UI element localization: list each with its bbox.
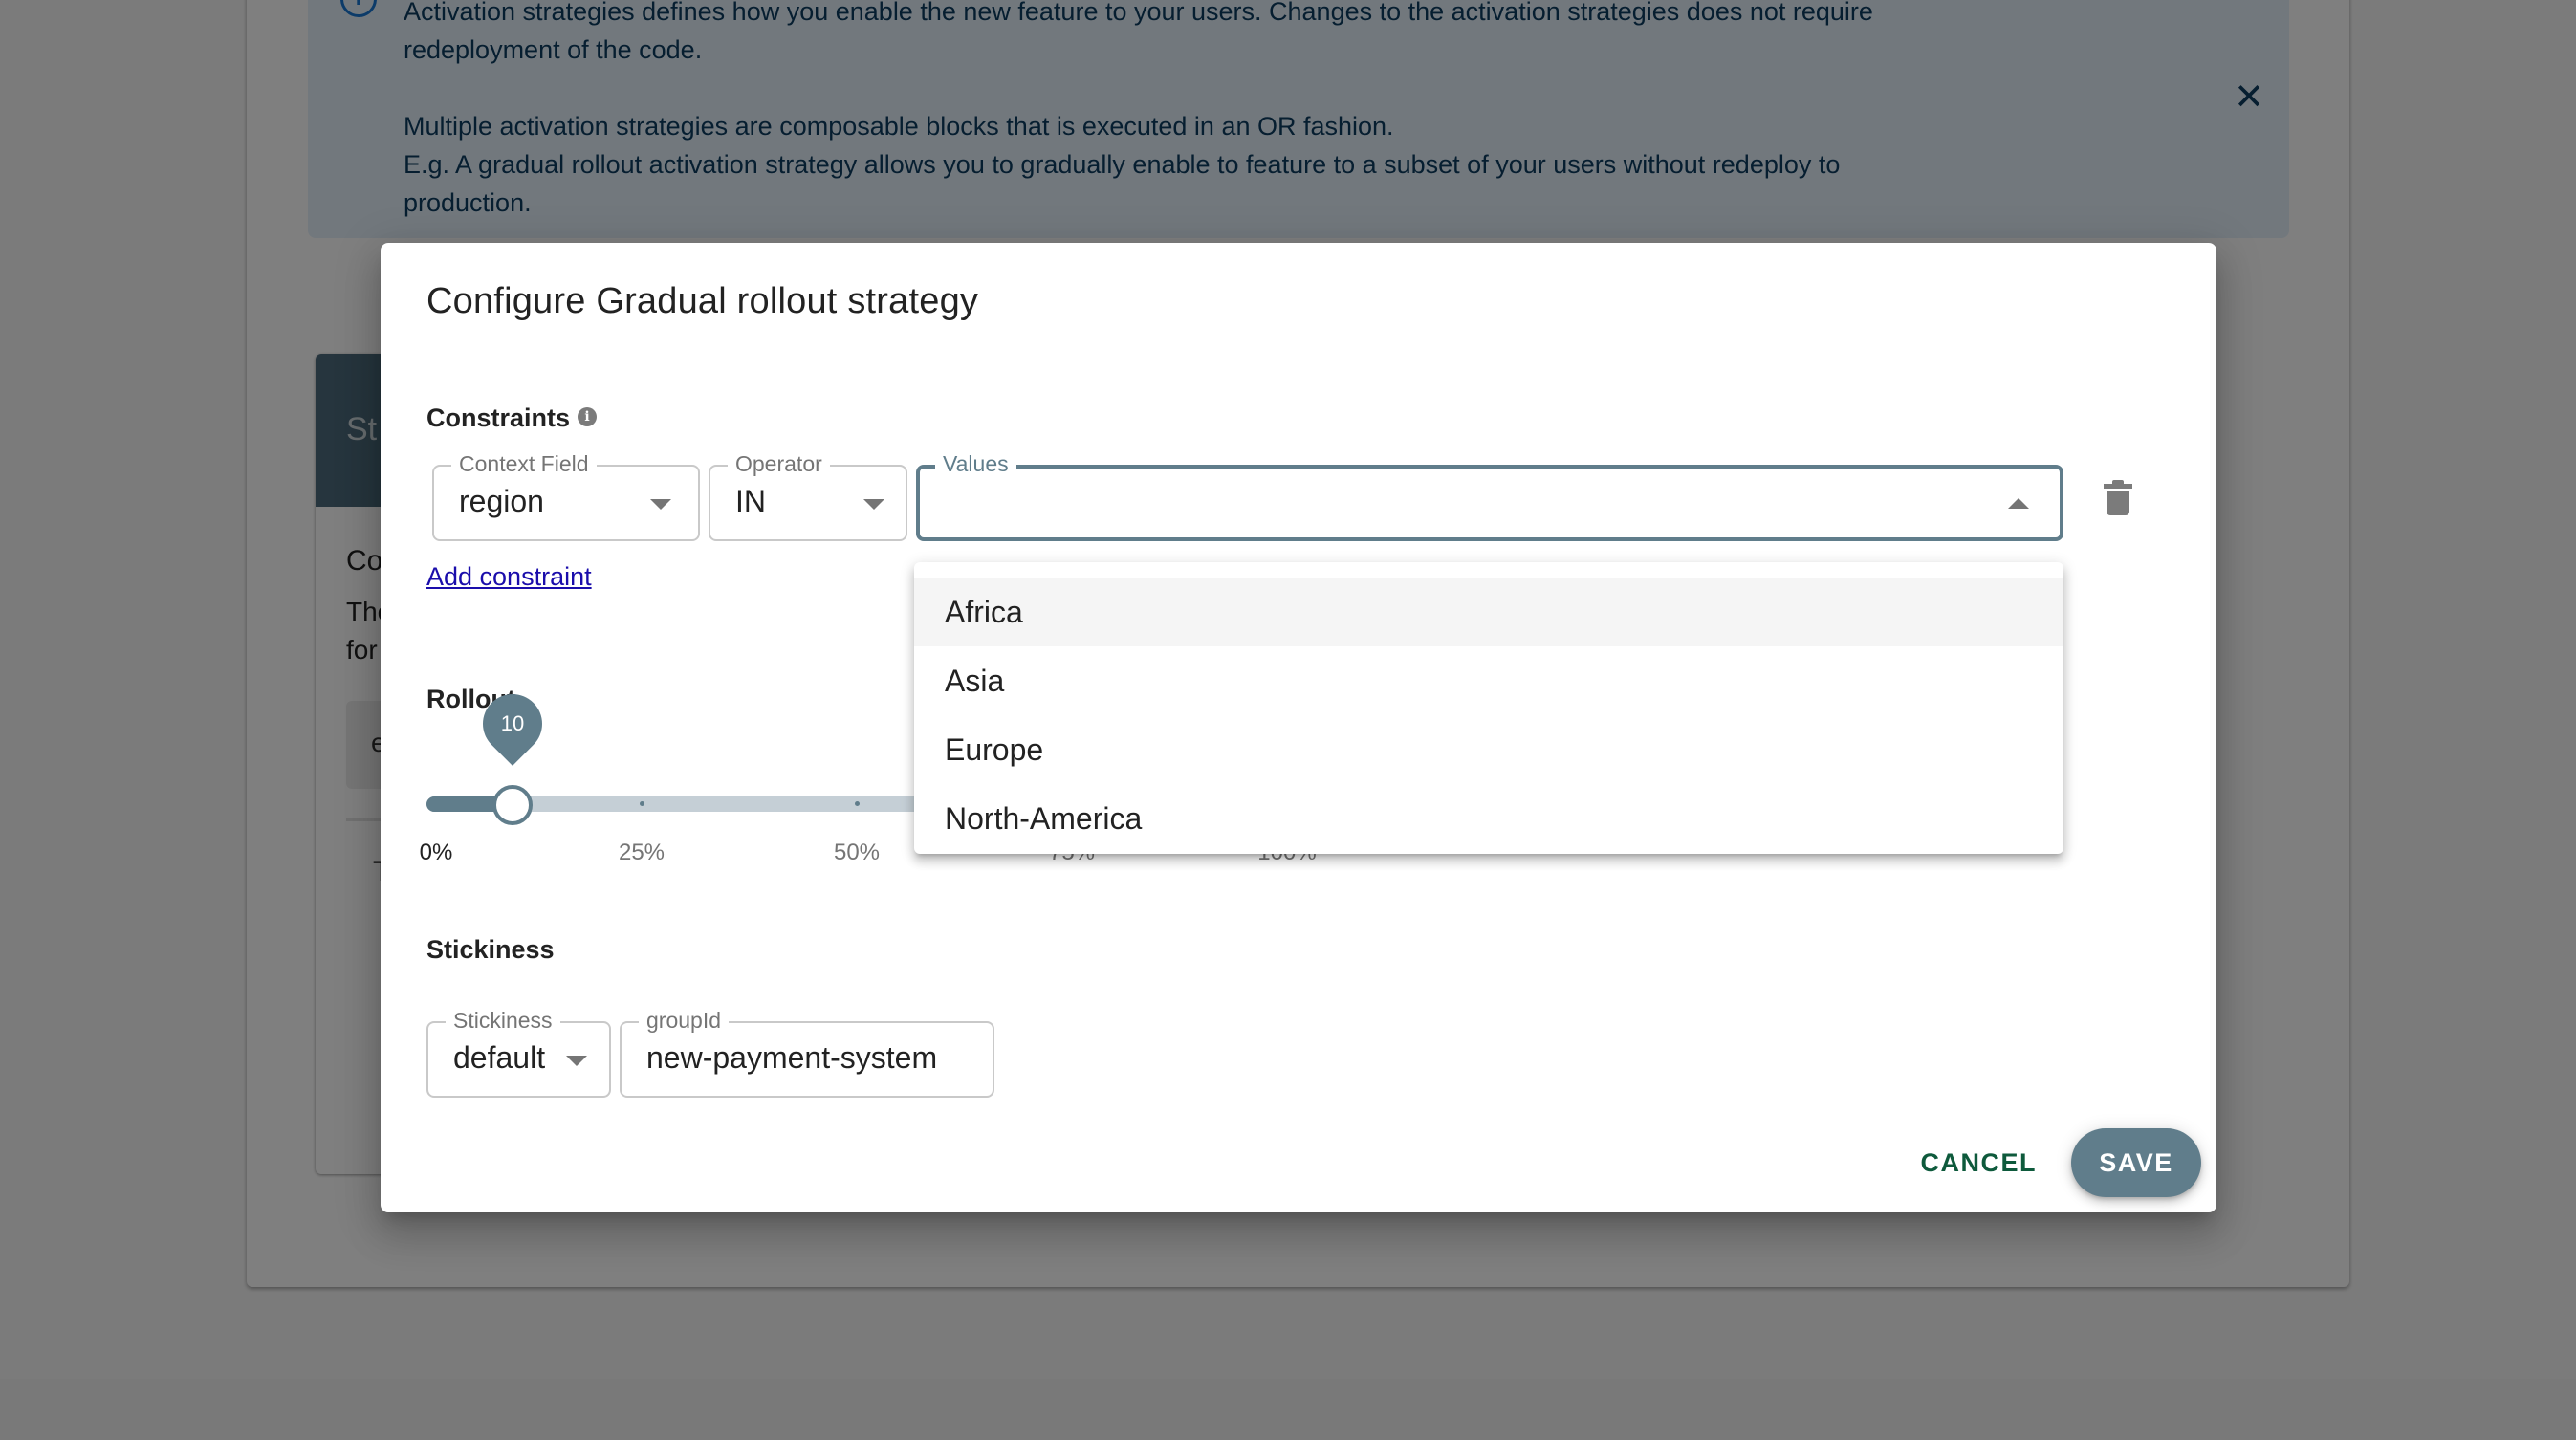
- context-field-select[interactable]: Context Field region: [432, 450, 700, 541]
- chevron-down-icon: [650, 499, 671, 510]
- chevron-down-icon: [566, 1056, 587, 1066]
- operator-label: Operator: [728, 450, 830, 477]
- constraints-label-text: Constraints: [426, 404, 571, 432]
- slider-mark: [640, 801, 644, 806]
- constraints-label: Constraints i: [426, 404, 598, 433]
- info-icon[interactable]: i: [578, 407, 598, 426]
- configure-strategy-dialog: Configure Gradual rollout strategy Const…: [381, 243, 2216, 1212]
- values-options-listbox: Africa Asia Europe North-America: [914, 562, 2063, 854]
- values-label: Values: [935, 450, 1016, 477]
- group-id-label: groupId: [639, 1007, 730, 1034]
- slider-mark-label: 25%: [618, 840, 666, 865]
- context-field-value: region: [459, 484, 544, 518]
- trash-icon[interactable]: [2104, 480, 2132, 518]
- values-option[interactable]: North-America: [914, 784, 2063, 853]
- group-id-value[interactable]: new-payment-system: [646, 1040, 937, 1076]
- operator-select[interactable]: Operator IN: [709, 450, 907, 541]
- stickiness-value: default: [453, 1040, 546, 1075]
- dialog-title: Configure Gradual rollout strategy: [426, 281, 979, 321]
- group-id-input[interactable]: groupId new-payment-system: [620, 1007, 994, 1098]
- context-field-label: Context Field: [451, 450, 597, 477]
- slider-thumb[interactable]: [492, 785, 533, 825]
- slider-value-label: 10: [500, 711, 525, 735]
- stickiness-field-label: Stickiness: [446, 1007, 560, 1034]
- slider-mark: [855, 801, 860, 806]
- stickiness-select[interactable]: Stickiness default: [426, 1007, 611, 1098]
- dialog-actions: CANCEL SAVE: [1894, 1128, 2201, 1197]
- chevron-up-icon[interactable]: [2008, 498, 2029, 509]
- operator-value: IN: [735, 484, 766, 518]
- cancel-button[interactable]: CANCEL: [1894, 1148, 2064, 1178]
- stickiness-label: Stickiness: [426, 935, 555, 964]
- values-option[interactable]: Asia: [914, 646, 2063, 715]
- values-option[interactable]: Europe: [914, 715, 2063, 784]
- save-button[interactable]: SAVE: [2071, 1128, 2201, 1197]
- values-option[interactable]: Africa: [914, 578, 2063, 646]
- values-autocomplete[interactable]: Values: [916, 450, 2063, 541]
- slider-mark-label: 0%: [419, 840, 453, 865]
- slider-mark-label: 50%: [833, 840, 881, 865]
- chevron-down-icon: [863, 499, 884, 510]
- add-constraint-link[interactable]: Add constraint: [426, 562, 592, 592]
